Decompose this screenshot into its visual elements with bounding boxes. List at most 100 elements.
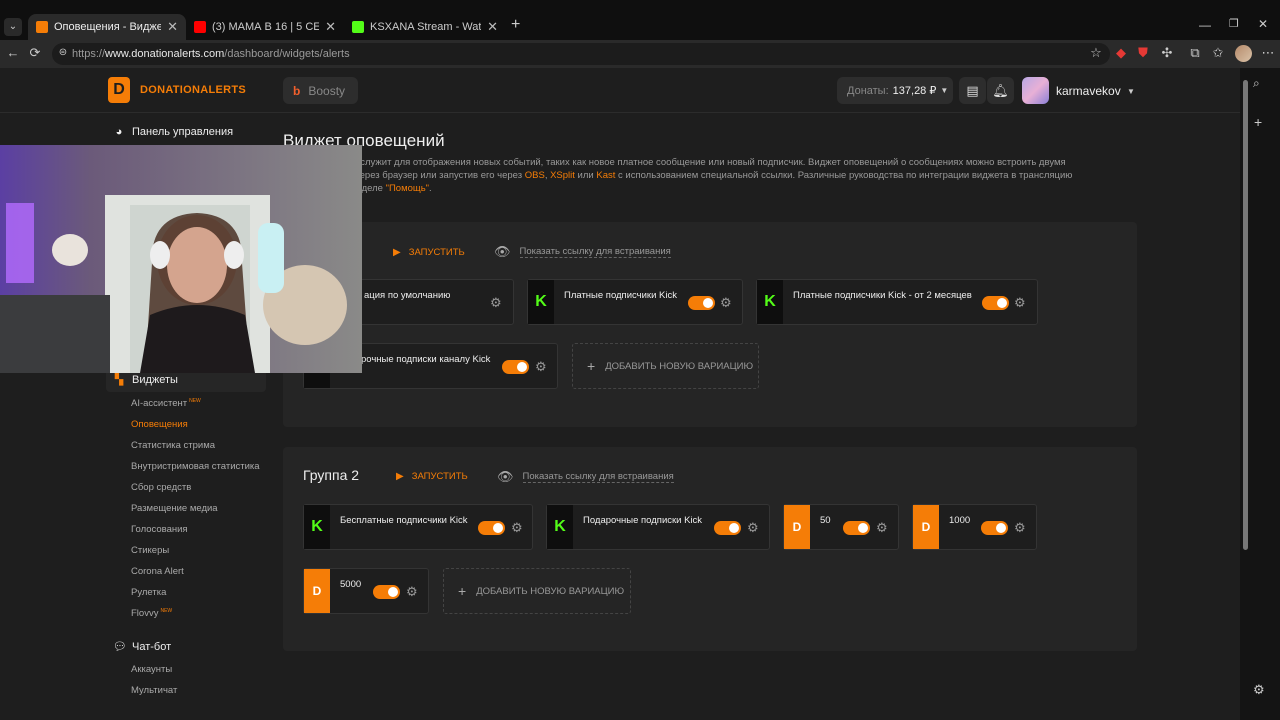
sidebar-item-stream-stats[interactable]: Статистика стрима <box>131 440 215 451</box>
gear-icon[interactable]: ⚙ <box>876 521 888 535</box>
gear-icon[interactable]: ⚙ <box>490 296 502 310</box>
gear-icon[interactable]: ⚙ <box>1014 521 1026 535</box>
gear-icon[interactable]: ⚙ <box>406 585 418 599</box>
donats-dropdown[interactable]: Донаты: 137,28 ₽ ▼ <box>837 77 953 104</box>
close-window-icon[interactable]: ✕ <box>1258 17 1268 31</box>
user-avatar[interactable] <box>1022 77 1049 104</box>
variation-card[interactable]: D 50 ⚙ <box>783 504 899 550</box>
restore-icon[interactable]: ❐ <box>1229 17 1239 30</box>
page-scrollbar[interactable] <box>1243 80 1248 550</box>
close-tab-icon[interactable]: ✕ <box>487 19 498 35</box>
new-badge: NEW <box>160 608 173 614</box>
xsplit-link[interactable]: XSplit <box>550 170 575 181</box>
favorite-star-icon[interactable]: ☆ <box>1087 45 1105 61</box>
gear-icon[interactable]: ⚙ <box>720 296 732 310</box>
variation-card[interactable]: D 5000 ⚙ <box>303 568 429 614</box>
extension-shield-icon[interactable]: ⛊ <box>1134 45 1152 61</box>
variation-name: ация по умолчанию <box>364 290 451 301</box>
variation-toggle[interactable] <box>843 521 870 535</box>
sidebar-item-roulette[interactable]: Рулетка <box>131 587 166 598</box>
more-menu-icon[interactable]: ⋯ <box>1259 45 1277 61</box>
chat-icon: 💬︎ <box>113 641 127 653</box>
variation-name: Бесплатные подписчики Kick <box>340 515 468 526</box>
split-screen-icon[interactable]: ⧉ <box>1186 45 1204 61</box>
help-link[interactable]: "Помощь" <box>386 183 429 194</box>
variation-card[interactable]: D 1000 ⚙ <box>912 504 1037 550</box>
back-icon[interactable]: ← <box>4 45 22 60</box>
tab-title: (3) МАМА В 16 | 5 СЕЗОН, 4 ВЫП <box>212 21 320 33</box>
variation-toggle[interactable] <box>982 296 1009 310</box>
settings-icon[interactable]: ⚙ <box>1253 682 1265 698</box>
gear-icon[interactable]: ⚙ <box>511 521 523 535</box>
run-label: ЗАПУСТИТЬ <box>408 247 465 258</box>
site-info-icon[interactable]: ⊜ <box>54 47 72 58</box>
add-variation-button[interactable]: + ДОБАВИТЬ НОВУЮ ВАРИАЦИЮ <box>572 343 759 389</box>
variation-card[interactable]: K Подарочные подписки Kick ⚙ <box>546 504 770 550</box>
boosty-button[interactable]: b Boosty <box>283 77 358 104</box>
tab-kick[interactable]: KSXANA Stream - Watch Live on K ✕ <box>344 14 506 40</box>
extension-red-icon[interactable]: ◆ <box>1112 45 1130 61</box>
variation-card[interactable]: K Платные подписчики Kick ⚙ <box>527 279 743 325</box>
tab-list-button[interactable]: ⌄ <box>4 18 22 36</box>
run-button[interactable]: ▶ ЗАПУСТИТЬ <box>393 247 465 258</box>
sidebar-item-media[interactable]: Размещение медиа <box>131 503 218 514</box>
sidebar-item-polls[interactable]: Голосования <box>131 524 188 535</box>
sidebar-item-fundraising[interactable]: Сбор средств <box>131 482 191 493</box>
username[interactable]: karmavekov <box>1056 84 1121 98</box>
news-button[interactable]: ▤ <box>959 77 986 104</box>
show-embed-link-button[interactable]: 👁︎ Показать ссылку для встраивания <box>494 244 671 260</box>
tab-youtube[interactable]: (3) МАМА В 16 | 5 СЕЗОН, 4 ВЫП ✕ <box>186 14 344 40</box>
sidebar-item-multichat[interactable]: Мультичат <box>131 685 177 696</box>
sidebar-item-label: Аккаунты <box>131 664 173 675</box>
sidebar-item-stickers[interactable]: Стикеры <box>131 545 169 556</box>
run-button[interactable]: ▶ ЗАПУСТИТЬ <box>396 471 468 482</box>
group-name[interactable]: Группа 2 <box>303 467 359 483</box>
extensions-icon[interactable]: ✣ <box>1158 45 1176 61</box>
desc-text: с использованием специальной ссылки. Раз… <box>615 170 1073 181</box>
search-icon[interactable]: ⌕ <box>1253 76 1260 91</box>
sidebar-item-accounts[interactable]: Аккаунты <box>131 664 172 675</box>
kick-logo-icon: K <box>304 505 330 549</box>
variation-toggle[interactable] <box>502 360 529 374</box>
refresh-icon[interactable]: ⟳ <box>26 45 44 61</box>
close-tab-icon[interactable]: ✕ <box>325 19 336 35</box>
variation-toggle[interactable] <box>688 296 715 310</box>
show-embed-link-button[interactable]: 👁︎ Показать ссылку для встраивания <box>497 469 674 485</box>
add-icon[interactable]: + <box>1254 114 1262 130</box>
variation-toggle[interactable] <box>981 521 1008 535</box>
tab-donationalerts[interactable]: Оповещения - Виджеты - Donati ✕ <box>28 14 186 40</box>
gear-icon[interactable]: ⚙ <box>1014 296 1026 310</box>
eye-icon: 👁︎ <box>494 244 511 259</box>
user-menu-chevron-icon[interactable]: ▼ <box>1127 87 1135 96</box>
variation-card[interactable]: K Бесплатные подписчики Kick ⚙ <box>303 504 533 550</box>
gear-icon[interactable]: ⚙ <box>747 521 759 535</box>
sidebar-item-dashboard[interactable]: ◕ Панель управления <box>113 126 233 138</box>
sidebar-item-chatbot[interactable]: 💬︎ Чат-бот <box>113 641 171 653</box>
kast-link[interactable]: Kast <box>596 170 615 181</box>
brand-name[interactable]: DONATIONALERTS <box>140 84 246 96</box>
sidebar-item-corona-alert[interactable]: Corona Alert <box>131 566 184 577</box>
sidebar-item-instream-stats[interactable]: Внутристримовая статистика <box>131 461 260 472</box>
sidebar-item-flovvy[interactable]: Flovvy NEW <box>131 608 172 619</box>
close-tab-icon[interactable]: ✕ <box>167 19 178 35</box>
donationalerts-logo[interactable]: D <box>108 77 130 103</box>
kick-logo-icon: K <box>757 280 783 324</box>
variation-toggle[interactable] <box>714 521 741 535</box>
sidebar-item-label: Оповещения <box>131 419 188 430</box>
favorites-icon[interactable]: ✩ <box>1209 45 1227 61</box>
variation-card[interactable]: K Платные подписчики Kick - от 2 месяцев… <box>756 279 1038 325</box>
new-tab-button[interactable]: + <box>511 16 520 34</box>
add-variation-button[interactable]: + ДОБАВИТЬ НОВУЮ ВАРИАЦИЮ <box>443 568 631 614</box>
minimize-icon[interactable]: — <box>1199 18 1211 32</box>
variation-toggle[interactable] <box>478 521 505 535</box>
gear-icon[interactable]: ⚙ <box>535 360 547 374</box>
obs-link[interactable]: OBS <box>525 170 545 181</box>
sidebar-item-label: Рулетка <box>131 587 167 598</box>
url-field[interactable]: https://www.donationalerts.com/dashboard… <box>52 43 1110 65</box>
variation-toggle[interactable] <box>373 585 400 599</box>
sidebar-item-widgets[interactable]: ▚ Виджеты <box>113 374 178 386</box>
notifications-button[interactable]: 🔔︎ <box>987 77 1014 104</box>
sidebar-item-ai-assistant[interactable]: AI-ассистент NEW <box>131 398 201 409</box>
profile-avatar[interactable] <box>1235 45 1252 62</box>
sidebar-item-alerts[interactable]: Оповещения <box>131 419 188 430</box>
